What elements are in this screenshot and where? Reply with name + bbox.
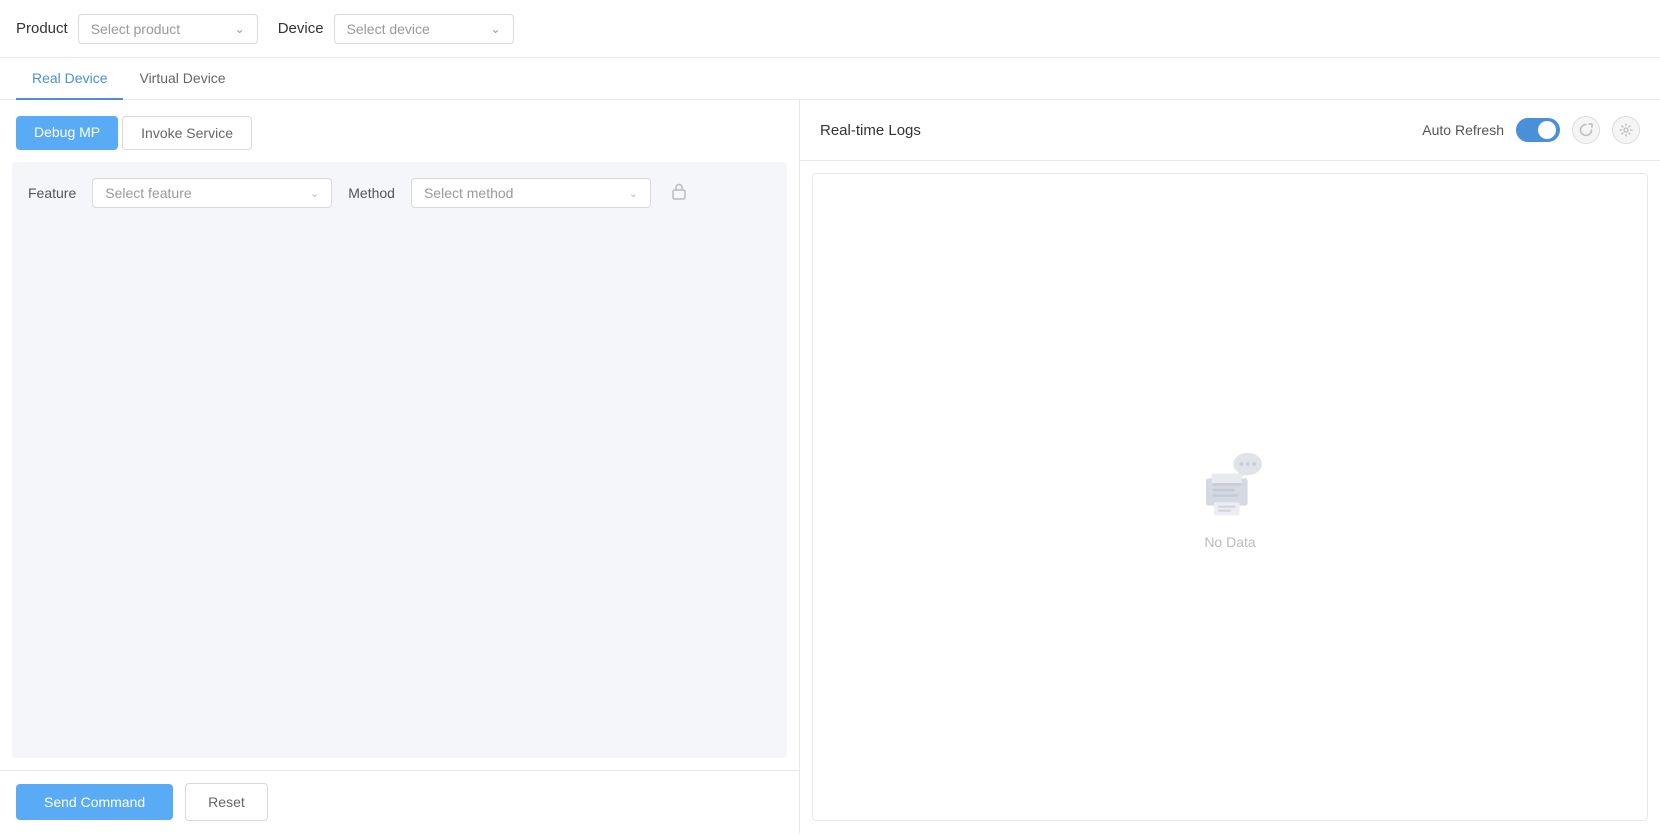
feature-placeholder: Select feature [105, 185, 191, 201]
auto-refresh-label: Auto Refresh [1422, 122, 1504, 138]
debug-body: Feature Select feature ⌄ Method Select m… [12, 162, 787, 758]
sub-tabs: Debug MP Invoke Service [0, 100, 799, 150]
tabs-bar: Real Device Virtual Device [0, 58, 1660, 100]
method-label: Method [348, 185, 395, 201]
logs-title: Real-time Logs [820, 122, 921, 139]
feature-label: Feature [28, 185, 76, 201]
device-chevron-icon: ⌄ [491, 22, 501, 36]
product-select[interactable]: Select product ⌄ [78, 14, 258, 44]
method-chevron-icon: ⌄ [629, 187, 638, 200]
tab-virtual-device[interactable]: Virtual Device [123, 58, 241, 100]
settings-icon-btn[interactable] [1612, 116, 1640, 144]
feature-select[interactable]: Select feature ⌄ [92, 178, 332, 208]
device-section: Device Select device ⌄ [278, 14, 514, 44]
product-chevron-icon: ⌄ [235, 22, 245, 36]
device-placeholder: Select device [347, 21, 430, 37]
product-label: Product [16, 20, 68, 37]
no-data-illustration: No Data [1190, 444, 1270, 550]
auto-refresh-toggle[interactable] [1516, 118, 1560, 142]
toggle-slider [1516, 118, 1560, 142]
debug-content-area [28, 220, 771, 742]
main-content: Debug MP Invoke Service Feature Select f… [0, 100, 1660, 833]
product-placeholder: Select product [91, 21, 181, 37]
lock-icon[interactable] [671, 182, 687, 205]
sub-tab-invoke-service[interactable]: Invoke Service [122, 116, 252, 150]
send-command-button[interactable]: Send Command [16, 784, 173, 820]
logs-body: No Data [812, 173, 1648, 821]
no-data-text: No Data [1204, 534, 1255, 550]
right-panel: Real-time Logs Auto Refresh [800, 100, 1660, 833]
header-bar: Product Select product ⌄ Device Select d… [0, 0, 1660, 58]
method-select[interactable]: Select method ⌄ [411, 178, 651, 208]
device-label: Device [278, 20, 324, 37]
feature-method-row: Feature Select feature ⌄ Method Select m… [28, 178, 771, 208]
feature-chevron-icon: ⌄ [310, 187, 319, 200]
logs-header: Real-time Logs Auto Refresh [800, 100, 1660, 161]
bottom-actions: Send Command Reset [0, 770, 799, 833]
sub-tab-debug-mp[interactable]: Debug MP [16, 116, 118, 150]
refresh-icon-btn[interactable] [1572, 116, 1600, 144]
reset-button[interactable]: Reset [185, 783, 268, 821]
method-placeholder: Select method [424, 185, 514, 201]
left-panel: Debug MP Invoke Service Feature Select f… [0, 100, 800, 833]
tab-real-device[interactable]: Real Device [16, 58, 123, 100]
device-select[interactable]: Select device ⌄ [334, 14, 514, 44]
logs-controls: Auto Refresh [1422, 116, 1640, 144]
